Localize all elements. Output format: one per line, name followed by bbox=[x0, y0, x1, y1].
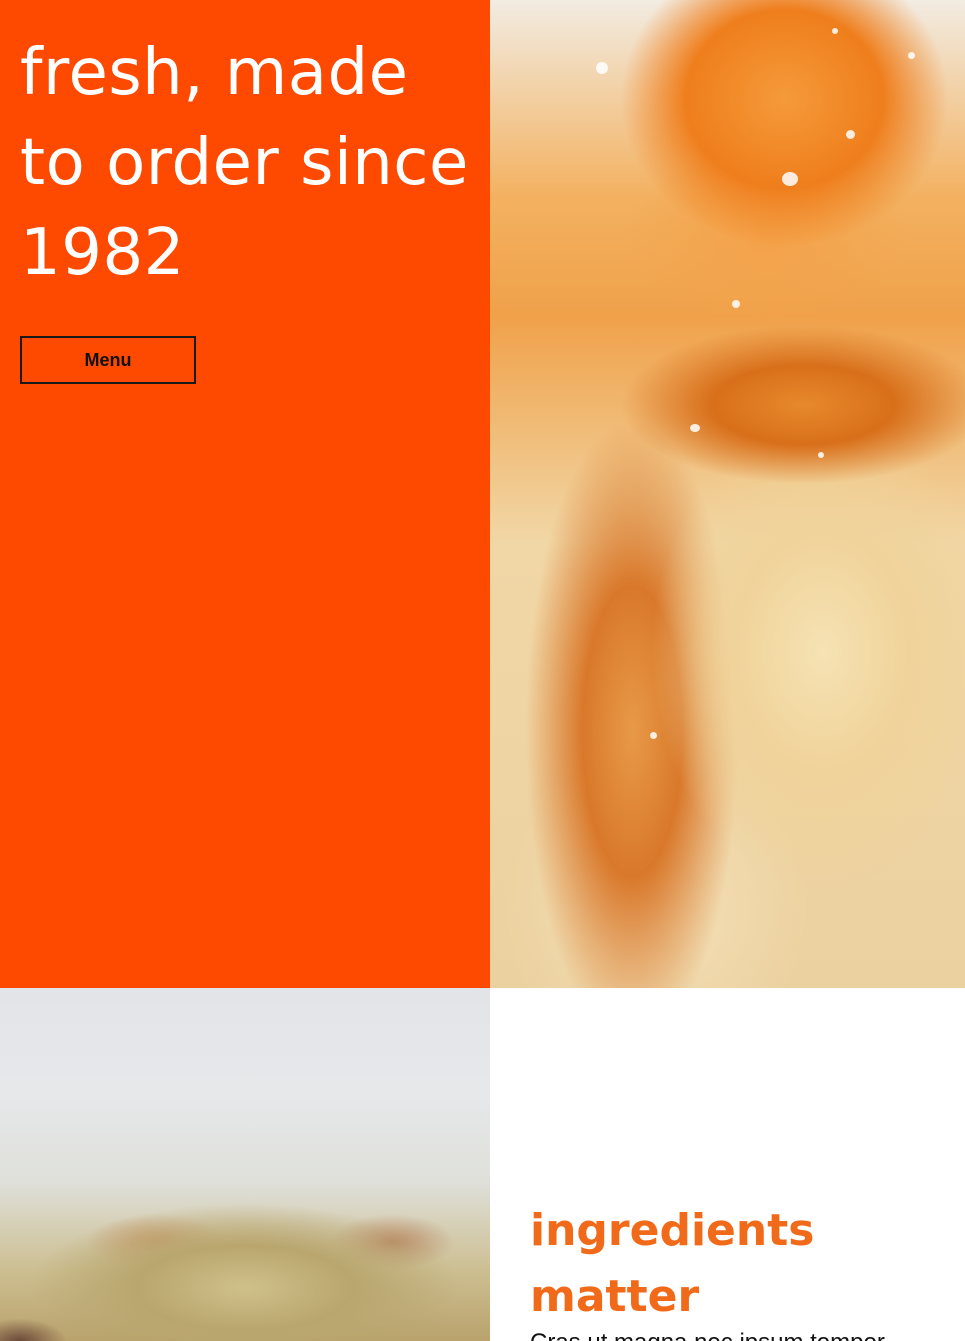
ingredients-heading: ingredients matter bbox=[530, 1205, 815, 1322]
page: fresh, made to order since 1982 Menu ing… bbox=[0, 0, 965, 1341]
menu-button[interactable]: Menu bbox=[20, 336, 196, 384]
hero-panel: fresh, made to order since 1982 Menu bbox=[0, 0, 490, 988]
glazed-chicken-photo bbox=[490, 0, 965, 988]
hero-title: fresh, made to order since 1982 bbox=[20, 36, 469, 290]
blurred-dish-photo bbox=[0, 988, 490, 1341]
ingredients-body: Cras ut magna nec ipsum tempor blandit. bbox=[530, 1328, 950, 1341]
